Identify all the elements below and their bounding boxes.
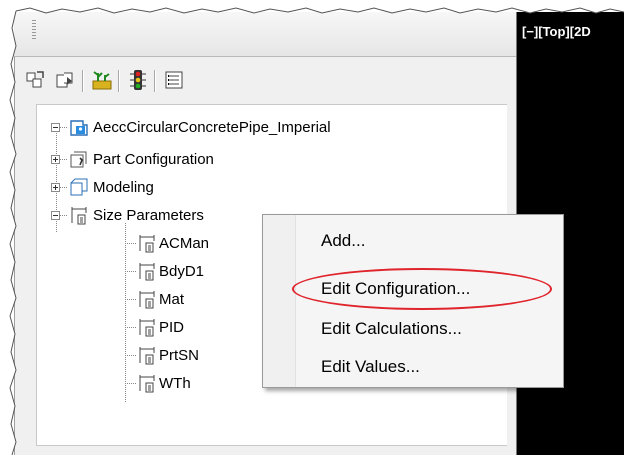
torn-edge-frame bbox=[0, 0, 624, 455]
screenshot: AeccCircularConcretePipe_Imperial Part C… bbox=[0, 0, 624, 455]
